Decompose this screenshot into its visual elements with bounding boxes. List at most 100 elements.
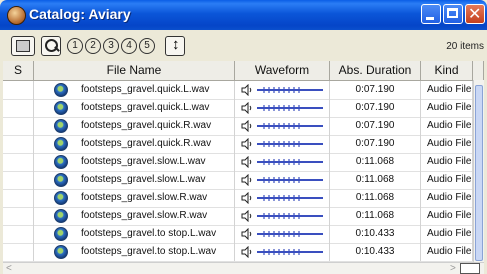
view-toggle-button[interactable] xyxy=(460,263,480,274)
waveform-cell[interactable] xyxy=(235,153,330,171)
speaker-icon[interactable] xyxy=(241,102,253,114)
table-row[interactable]: footsteps_gravel.to stop.L.wav 0:10.433 Au… xyxy=(3,225,473,244)
column-header-s[interactable]: S xyxy=(3,61,34,80)
table-header: S File Name Waveform Abs. Duration Kind xyxy=(3,61,484,81)
column-header-file-name[interactable]: File Name xyxy=(34,61,235,80)
file-name-cell: footsteps_gravel.quick.R.wav xyxy=(34,117,235,135)
table-row[interactable]: footsteps_gravel.quick.R.wav 0:07.190 Audi… xyxy=(3,117,473,136)
file-name: footsteps_gravel.slow.R.wav xyxy=(81,192,208,203)
kind-cell: Audio File xyxy=(421,81,473,99)
status-cell xyxy=(3,225,34,243)
table-row[interactable]: footsteps_gravel.slow.R.wav 0:11.068 Audio… xyxy=(3,207,473,226)
filter-2-button[interactable]: 2 xyxy=(85,38,101,54)
filter-4-button[interactable]: 4 xyxy=(121,38,137,54)
waveform-cell[interactable] xyxy=(235,81,330,99)
status-cell xyxy=(3,207,34,225)
filter-1-button[interactable]: 1 xyxy=(67,38,83,54)
status-cell xyxy=(3,153,34,171)
speaker-icon[interactable] xyxy=(241,120,253,132)
file-name-cell: footsteps_gravel.slow.R.wav xyxy=(34,207,235,225)
table-row[interactable]: footsteps_gravel.quick.L.wav 0:07.190 Audi… xyxy=(3,99,473,118)
maximize-button[interactable] xyxy=(443,4,463,24)
audio-file-icon xyxy=(54,245,68,259)
kind-cell: Audio File xyxy=(421,207,473,225)
file-name: footsteps_gravel.slow.R.wav xyxy=(81,210,208,221)
waveform-cell[interactable] xyxy=(235,135,330,153)
speaker-icon[interactable] xyxy=(241,84,253,96)
kind-cell: Audio File xyxy=(421,189,473,207)
title-bar[interactable]: Catalog: Aviary ✕ xyxy=(0,0,487,30)
file-name: footsteps_gravel.quick.R.wav xyxy=(81,138,212,149)
speaker-icon[interactable] xyxy=(241,138,253,150)
table-row[interactable]: footsteps_gravel.quick.L.wav 0:07.190 Audi… xyxy=(3,81,473,100)
duration-cell: 0:10.433 xyxy=(330,225,421,243)
app-icon xyxy=(7,6,26,25)
scroll-thumb[interactable] xyxy=(475,85,483,261)
column-header-waveform[interactable]: Waveform xyxy=(235,61,330,80)
table-row[interactable]: footsteps_gravel.to stop.L.wav 0:10.433 Au… xyxy=(3,243,473,262)
sort-arrows-icon: ↕ xyxy=(172,36,180,53)
minimize-button[interactable] xyxy=(421,4,441,24)
speaker-icon[interactable] xyxy=(241,156,253,168)
disk-button[interactable] xyxy=(11,36,35,56)
file-name: footsteps_gravel.quick.R.wav xyxy=(81,120,212,131)
scroll-left-icon[interactable]: < xyxy=(6,263,12,274)
file-name: footsteps_gravel.slow.L.wav xyxy=(81,174,206,185)
waveform-cell[interactable] xyxy=(235,171,330,189)
filter-5-button[interactable]: 5 xyxy=(139,38,155,54)
minimize-icon xyxy=(426,17,434,20)
sort-button[interactable]: ↕ xyxy=(165,36,185,56)
waveform-cell[interactable] xyxy=(235,225,330,243)
audio-file-icon xyxy=(54,119,68,133)
file-name-cell: footsteps_gravel.quick.L.wav xyxy=(34,81,235,99)
catalog-table: S File Name Waveform Abs. Duration Kind … xyxy=(3,61,484,274)
table-row[interactable]: footsteps_gravel.quick.R.wav 0:07.190 Audi… xyxy=(3,135,473,154)
speaker-icon[interactable] xyxy=(241,228,253,240)
search-button[interactable] xyxy=(41,36,61,56)
speaker-icon[interactable] xyxy=(241,192,253,204)
waveform-line xyxy=(257,213,323,219)
duration-cell: 0:07.190 xyxy=(330,99,421,117)
status-cell xyxy=(3,99,34,117)
column-header-duration[interactable]: Abs. Duration xyxy=(330,61,421,80)
audio-file-icon xyxy=(54,191,68,205)
close-icon: ✕ xyxy=(468,4,482,23)
kind-cell: Audio File xyxy=(421,171,473,189)
table-row[interactable]: footsteps_gravel.slow.L.wav 0:11.068 Audio… xyxy=(3,171,473,190)
speaker-icon[interactable] xyxy=(241,210,253,222)
speaker-icon[interactable] xyxy=(241,246,253,258)
audio-file-icon xyxy=(54,155,68,169)
waveform-line xyxy=(257,87,323,93)
speaker-icon[interactable] xyxy=(241,174,253,186)
waveform-cell[interactable] xyxy=(235,189,330,207)
waveform-line xyxy=(257,105,323,111)
horizontal-scrollbar[interactable]: < > xyxy=(3,262,484,274)
kind-cell: Audio File xyxy=(421,117,473,135)
kind-cell: Audio File xyxy=(421,99,473,117)
table-row[interactable]: footsteps_gravel.slow.L.wav 0:11.068 Audio… xyxy=(3,153,473,172)
close-button[interactable]: ✕ xyxy=(465,4,485,24)
file-name-cell: footsteps_gravel.quick.L.wav xyxy=(34,99,235,117)
filter-3-button[interactable]: 3 xyxy=(103,38,119,54)
duration-cell: 0:11.068 xyxy=(330,189,421,207)
file-name-cell: footsteps_gravel.to stop.L.wav xyxy=(34,243,235,261)
toolbar: 1 2 3 4 5 ↕ 20 items xyxy=(3,30,484,61)
file-name: footsteps_gravel.to stop.L.wav xyxy=(81,228,217,239)
kind-cell: Audio File xyxy=(421,243,473,261)
vertical-scrollbar[interactable] xyxy=(473,80,484,262)
audio-file-icon xyxy=(54,83,68,97)
waveform-cell[interactable] xyxy=(235,207,330,225)
scroll-right-icon[interactable]: > xyxy=(450,263,456,274)
window-title: Catalog: Aviary xyxy=(29,6,131,22)
waveform-cell[interactable] xyxy=(235,117,330,135)
duration-cell: 0:10.433 xyxy=(330,243,421,261)
file-name-cell: footsteps_gravel.slow.L.wav xyxy=(34,153,235,171)
waveform-cell[interactable] xyxy=(235,99,330,117)
waveform-cell[interactable] xyxy=(235,243,330,261)
column-header-kind[interactable]: Kind xyxy=(421,61,473,80)
audio-file-icon xyxy=(54,137,68,151)
file-name: footsteps_gravel.slow.L.wav xyxy=(81,156,206,167)
file-name: footsteps_gravel.to stop.L.wav xyxy=(81,246,217,257)
duration-cell: 0:07.190 xyxy=(330,135,421,153)
table-row[interactable]: footsteps_gravel.slow.R.wav 0:11.068 Audio… xyxy=(3,189,473,208)
